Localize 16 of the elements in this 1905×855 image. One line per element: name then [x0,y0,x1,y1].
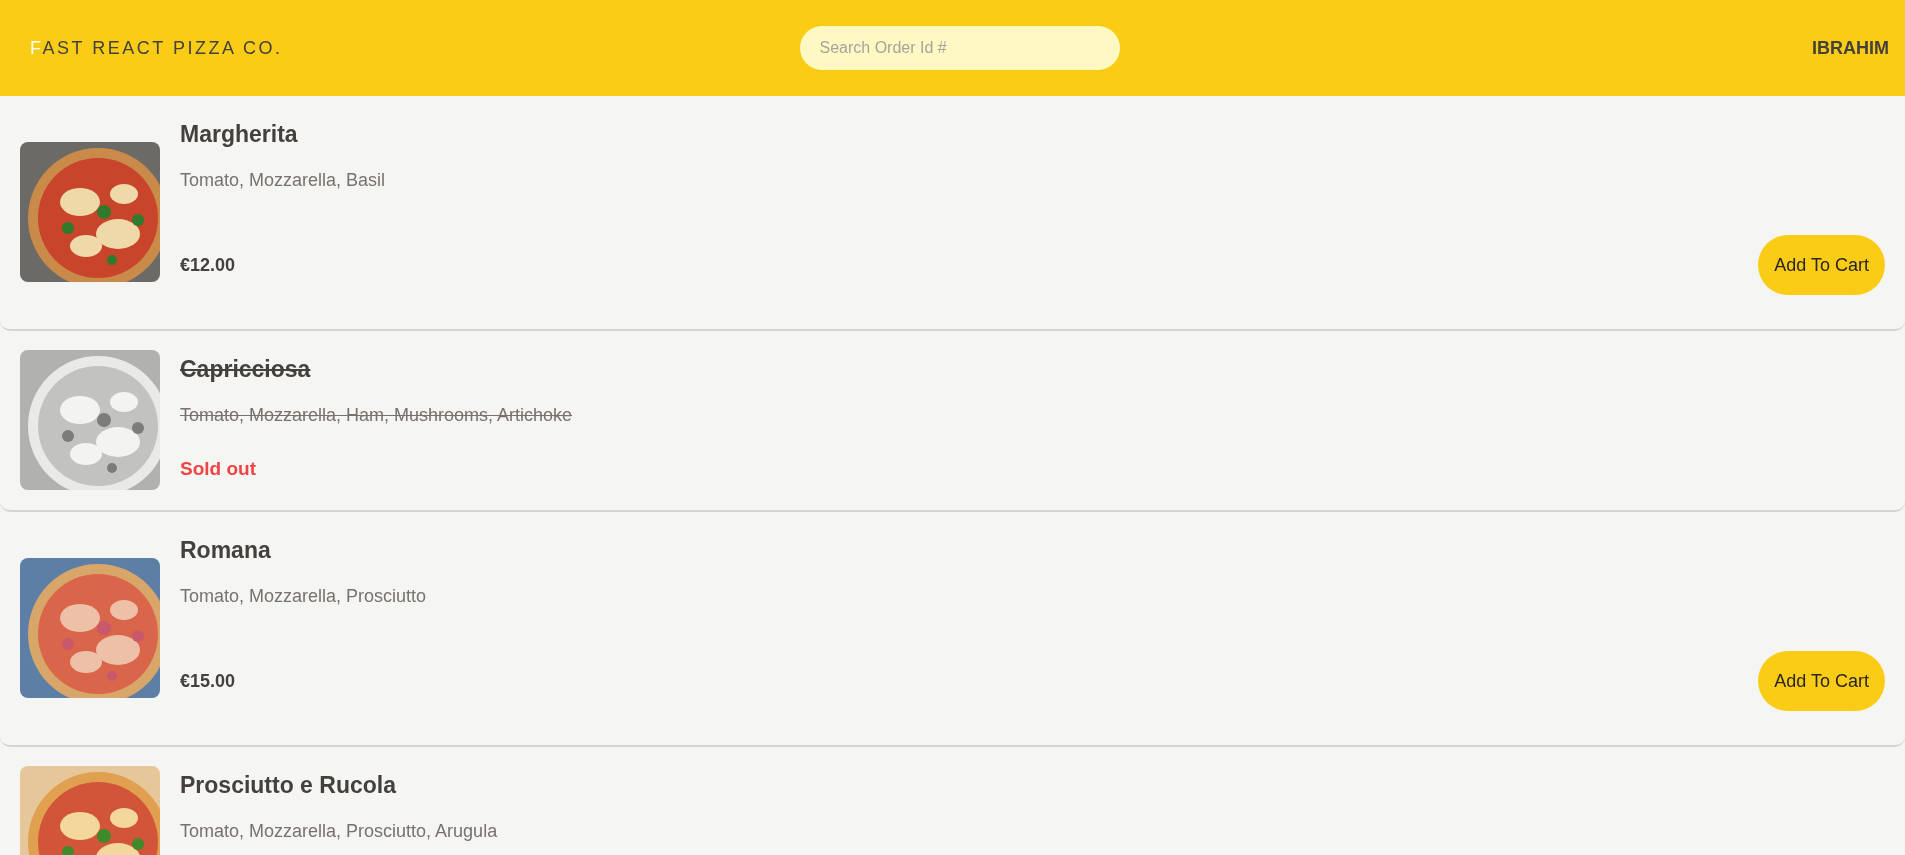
pizza-name: Prosciutto e Rucola [180,771,398,800]
pizza-ingredients: Tomato, Mozzarella, Basil [180,169,387,192]
pizza-ingredients: Tomato, Mozzarella, Prosciutto [180,585,428,608]
pizza-name: Capricciosa [180,355,312,384]
search-field[interactable]: Search Order Id # [799,26,1120,70]
pizza-ingredients: Tomato, Mozzarella, Prosciutto, Arugula [180,820,499,843]
user-name: IBRAHIM [1811,37,1889,59]
add-to-cart-button[interactable]: Add To Cart [1758,235,1885,295]
sold-out-label: Sold out [180,457,256,481]
logo-link[interactable]: FAST REACT PIZZA CO. [30,37,350,59]
pizza-price: €12.00 [180,254,236,276]
add-to-cart-button[interactable]: Add To Cart [1758,651,1885,711]
pizza-ingredients: Tomato, Mozzarella, Ham, Mushrooms, Artichoke [180,404,574,427]
pizza-price: €15.00 [180,670,236,692]
pizza-name: Margherita [180,120,299,149]
pizza-name: Romana [180,536,272,565]
